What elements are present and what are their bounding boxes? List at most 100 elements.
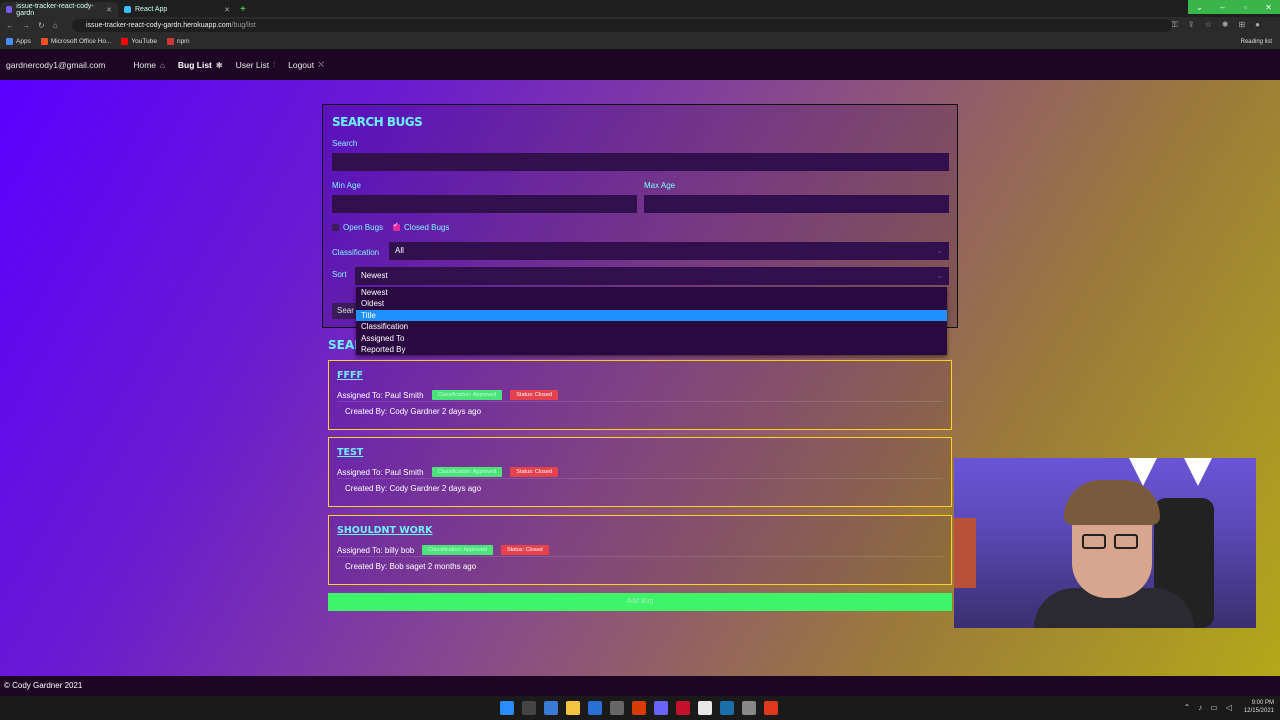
bug-meta: Assigned To: billy bob Classification: A… <box>337 545 549 555</box>
divider <box>337 401 943 402</box>
system-clock[interactable]: 9:00 PM 12/15/2021 <box>1244 699 1274 715</box>
store-icon[interactable] <box>610 701 624 715</box>
classification-select[interactable]: All ⌄ <box>389 242 949 260</box>
url-path: /bug/list <box>231 22 256 29</box>
classification-badge: Classification: Approved <box>431 467 503 477</box>
minimize-icon[interactable]: – <box>1211 0 1234 14</box>
checkbox-checked[interactable] <box>393 221 400 231</box>
discord-icon[interactable] <box>654 701 668 715</box>
app-icon[interactable] <box>764 701 778 715</box>
key-icon[interactable]: ⚿ <box>1172 20 1178 30</box>
bug-title-link[interactable]: SHOULDNT WORK <box>337 525 433 536</box>
close-tab-icon[interactable]: ✕ <box>106 6 112 14</box>
max-age-label: Max Age <box>644 181 676 190</box>
person-hair <box>1064 480 1160 525</box>
favicon-icon <box>6 6 13 13</box>
close-window-icon[interactable]: ✕ <box>1257 0 1280 14</box>
bug-card: FFFF Assigned To: Paul Smith Classificat… <box>328 360 952 430</box>
max-age-input[interactable] <box>644 195 949 213</box>
address-bar[interactable]: issue-tracker-react-cody-gardn.herokuapp… <box>72 19 1172 32</box>
share-icon[interactable]: ⇪ <box>1188 20 1195 30</box>
search-input[interactable] <box>332 153 949 171</box>
sort-select[interactable]: Newest ⌄ <box>355 267 949 285</box>
logout-icon: ⛌ <box>318 60 325 69</box>
url-host: issue-tracker-react-cody-gardn.herokuapp… <box>86 22 232 29</box>
min-age-label: Min Age <box>332 181 361 190</box>
bug-title-link[interactable]: FFFF <box>337 370 363 381</box>
profile-icon[interactable]: ● <box>1255 20 1260 30</box>
nav-logout[interactable]: Logout ⛌ <box>288 60 324 70</box>
chevron-down-icon[interactable]: ⌄ <box>1188 0 1211 14</box>
extension-icon[interactable]: ✱ <box>1222 20 1229 30</box>
open-bugs-checkbox[interactable]: Open Bugs <box>332 223 383 232</box>
browser-tab-react-app[interactable]: React App ✕ <box>118 2 236 17</box>
bookmark-npm[interactable]: npm <box>166 38 190 45</box>
clock-date: 12/15/2021 <box>1243 708 1274 714</box>
nav-user-list[interactable]: User List ⫶ <box>236 60 276 70</box>
bookmark-office[interactable]: Microsoft Office Ho... <box>40 38 111 45</box>
bookmarks-bar: Apps Microsoft Office Ho... YouTube npm … <box>0 34 1280 50</box>
volume-icon[interactable]: ◁ <box>1226 703 1232 712</box>
sort-option[interactable]: Classification <box>356 321 947 332</box>
search-icon[interactable] <box>522 701 536 715</box>
closed-bugs-checkbox[interactable]: Closed Bugs <box>393 221 449 232</box>
sort-option[interactable]: Reported By <box>356 344 947 355</box>
window-controls: ⌄ – ▫ ✕ <box>1188 0 1280 14</box>
forward-icon[interactable]: → <box>22 21 30 30</box>
checkbox-unchecked[interactable] <box>332 224 339 231</box>
taskbar-apps <box>500 701 778 715</box>
obs-icon[interactable] <box>742 701 756 715</box>
sort-label: Sort <box>332 270 347 279</box>
classification-badge: Classification: Approved <box>431 390 503 400</box>
nav-bug-list[interactable]: Bug List ✱ <box>178 60 223 70</box>
clock-time: 9:00 PM <box>1251 700 1274 706</box>
app-footer: © Cody Gardner 2021 <box>0 676 1280 696</box>
puzzle-icon[interactable]: ⊞ <box>1238 20 1245 30</box>
add-bug-button[interactable]: Add Bug <box>328 593 952 611</box>
network-icon[interactable]: ▭ <box>1210 703 1218 712</box>
task-view-icon[interactable] <box>544 701 558 715</box>
mic-icon[interactable]: ♪ <box>1198 703 1202 712</box>
sort-dropdown-menu: Newest Oldest Title Classification Assig… <box>356 287 947 355</box>
new-tab-icon[interactable]: + <box>240 4 246 15</box>
file-explorer-icon[interactable] <box>566 701 580 715</box>
divider <box>337 556 943 557</box>
sort-option[interactable]: Newest <box>356 287 947 298</box>
ceiling-light-icon <box>1184 458 1212 486</box>
nav-home[interactable]: Home ⌂ <box>133 60 165 70</box>
assigned-to: Assigned To: billy bob <box>337 545 415 555</box>
bug-title-link[interactable]: TEST <box>337 447 363 458</box>
user-icon: ⫶ <box>273 60 276 69</box>
powerpoint-icon[interactable] <box>632 701 646 715</box>
tab-label: issue-tracker-react-cody-gardn <box>16 2 94 17</box>
min-age-input[interactable] <box>332 195 637 213</box>
back-icon[interactable]: ← <box>6 21 14 30</box>
opera-icon[interactable] <box>676 701 690 715</box>
created-by: Created By: Bob saget 2 months ago <box>345 562 477 571</box>
reload-icon[interactable]: ↻ <box>38 21 45 30</box>
browser-toolbar: ← → ↻ ⌂ issue-tracker-react-cody-gardn.h… <box>0 17 1280 34</box>
maximize-icon[interactable]: ▫ <box>1234 0 1257 14</box>
chevron-down-icon: ⌄ <box>936 271 943 280</box>
star-icon[interactable]: ☆ <box>1205 20 1212 30</box>
sort-option[interactable]: Assigned To <box>356 333 947 344</box>
sort-option[interactable]: Oldest <box>356 298 947 309</box>
chrome-icon[interactable] <box>698 701 712 715</box>
bookmark-apps[interactable]: Apps <box>6 38 31 45</box>
apps-icon <box>6 38 13 45</box>
windows-start-icon[interactable] <box>500 701 514 715</box>
close-tab-icon[interactable]: ✕ <box>224 6 230 14</box>
chevron-up-icon[interactable]: ⌃ <box>1184 703 1191 712</box>
mail-icon[interactable] <box>588 701 602 715</box>
webcam-overlay <box>954 458 1256 628</box>
app-navbar: gardnercody1@gmail.com Home ⌂ Bug List ✱ U… <box>0 50 1280 80</box>
status-badge: Status: Closed <box>510 467 559 477</box>
home-icon[interactable]: ⌂ <box>53 21 58 30</box>
created-by: Created By: Cody Gardner 2 days ago <box>345 484 482 493</box>
bug-card: SHOULDNT WORK Assigned To: billy bob Cla… <box>328 515 952 585</box>
steam-icon[interactable] <box>720 701 734 715</box>
bookmark-youtube[interactable]: YouTube <box>121 38 157 45</box>
reading-list[interactable]: Reading list <box>1241 39 1272 45</box>
sort-option-highlighted[interactable]: Title <box>356 309 947 322</box>
browser-tab-issue-tracker[interactable]: issue-tracker-react-cody-gardn ✕ <box>0 2 118 17</box>
